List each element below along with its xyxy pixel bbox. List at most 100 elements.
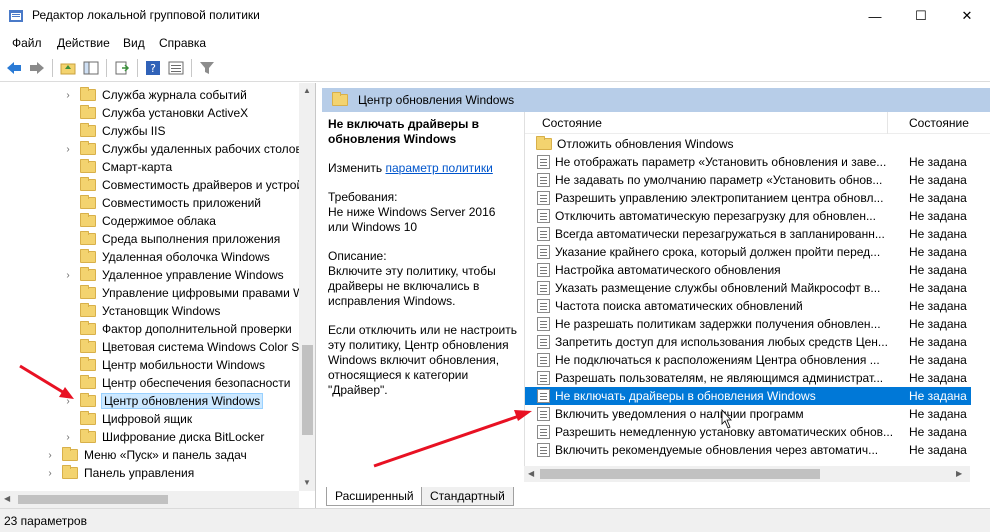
- tree-item[interactable]: Содержимое облака: [62, 212, 216, 230]
- tree-item[interactable]: Служба установки ActiveX: [62, 104, 248, 122]
- policy-icon: [537, 191, 550, 205]
- folder-icon: [332, 92, 348, 106]
- tree-item-label: Цифровой ящик: [102, 412, 193, 426]
- policy-row[interactable]: Не отображать параметр «Установить обнов…: [525, 153, 971, 171]
- policy-row[interactable]: Включить рекомендуемые обновления через …: [525, 441, 971, 459]
- edit-prefix: Изменить: [328, 161, 383, 175]
- policy-row[interactable]: Отложить обновления Windows: [525, 135, 971, 153]
- policy-row[interactable]: Отключить автоматическую перезагрузку дл…: [525, 207, 971, 225]
- policy-state: Не задана: [909, 263, 967, 277]
- policy-name: Всегда автоматически перезагружаться в з…: [555, 227, 885, 241]
- toolbar: ?: [0, 54, 990, 82]
- chevron-right-icon[interactable]: ›: [62, 396, 74, 407]
- chevron-right-icon[interactable]: ›: [62, 432, 74, 443]
- back-arrow-icon: [7, 62, 21, 74]
- tree-item[interactable]: › Удаленное управление Windows: [62, 266, 284, 284]
- forward-button[interactable]: [26, 57, 48, 79]
- minimize-button[interactable]: —: [852, 0, 898, 32]
- list-scroll-left-icon[interactable]: ◀: [528, 469, 534, 478]
- tree-item[interactable]: Среда выполнения приложения: [62, 230, 280, 248]
- tree-item[interactable]: › Центр обновления Windows: [62, 392, 264, 410]
- menu-help[interactable]: Справка: [159, 36, 206, 50]
- tree-item[interactable]: › Служба журнала событий: [62, 86, 247, 104]
- tree-item[interactable]: Центр обеспечения безопасности: [62, 374, 291, 392]
- tab-extended[interactable]: Расширенный: [326, 487, 423, 506]
- policy-name: Разрешить немедленную установку автомати…: [555, 425, 894, 439]
- tree-item[interactable]: Службы IIS: [62, 122, 165, 140]
- maximize-button[interactable]: ☐: [898, 0, 944, 32]
- scroll-up-icon[interactable]: ▲: [303, 86, 311, 95]
- policy-state: Не задана: [909, 173, 967, 187]
- menu-view[interactable]: Вид: [123, 36, 145, 50]
- policy-row[interactable]: Включить уведомления о наличии программ Н…: [525, 405, 971, 423]
- filter-button[interactable]: [196, 57, 218, 79]
- tree-item[interactable]: Смарт-карта: [62, 158, 172, 176]
- folder-icon: [80, 105, 96, 119]
- chevron-right-icon[interactable]: ›: [62, 270, 74, 281]
- tree-item[interactable]: Центр мобильности Windows: [62, 356, 265, 374]
- policy-row[interactable]: Указать размещение службы обновлений Май…: [525, 279, 971, 297]
- menu-file[interactable]: Файл: [12, 36, 42, 50]
- scroll-down-icon[interactable]: ▼: [303, 478, 311, 487]
- policy-row[interactable]: Разрешить управлению электропитанием цен…: [525, 189, 971, 207]
- tree-item[interactable]: Установщик Windows: [62, 302, 220, 320]
- policy-row[interactable]: Запретить доступ для использования любых…: [525, 333, 971, 351]
- up-folder-button[interactable]: [57, 57, 79, 79]
- chevron-right-icon[interactable]: ›: [44, 450, 56, 461]
- policy-row[interactable]: Всегда автоматически перезагружаться в з…: [525, 225, 971, 243]
- close-button[interactable]: ✕: [944, 0, 990, 32]
- column-header-name[interactable]: Состояние: [542, 116, 602, 130]
- policy-icon: [537, 335, 550, 349]
- policy-row[interactable]: Не включать драйверы в обновления Window…: [525, 387, 971, 405]
- export-button[interactable]: [111, 57, 133, 79]
- policy-row[interactable]: Разрешить немедленную установку автомати…: [525, 423, 971, 441]
- policy-row[interactable]: Настройка автоматического обновления Не з…: [525, 261, 971, 279]
- policy-row[interactable]: Не задавать по умолчанию параметр «Устан…: [525, 171, 971, 189]
- tree-item[interactable]: Фактор дополнительной проверки: [62, 320, 292, 338]
- properties-button[interactable]: [165, 57, 187, 79]
- tree-item[interactable]: › Меню «Пуск» и панель задач: [44, 446, 247, 464]
- policy-row[interactable]: Частота поиска автоматических обновлений…: [525, 297, 971, 315]
- tree-item[interactable]: Совместимость приложений: [62, 194, 261, 212]
- tree-item[interactable]: › Шифрование диска BitLocker: [62, 428, 264, 446]
- policy-row[interactable]: Разрешать пользователям, не являющимся а…: [525, 369, 971, 387]
- policy-row[interactable]: Не разрешать политикам задержки получени…: [525, 315, 971, 333]
- chevron-right-icon[interactable]: ›: [62, 144, 74, 155]
- tree-vertical-scrollbar[interactable]: ▲ ▼: [299, 83, 315, 491]
- tree-item[interactable]: Цветовая система Windows Color System: [62, 338, 316, 356]
- tree-item[interactable]: Совместимость драйверов и устройств: [62, 176, 315, 194]
- tree-scroll-thumb[interactable]: [302, 345, 313, 435]
- tree-item-label: Цветовая система Windows Color System: [102, 340, 316, 354]
- chevron-right-icon[interactable]: ›: [44, 468, 56, 479]
- menu-action[interactable]: Действие: [57, 36, 110, 50]
- tree-hscroll-thumb[interactable]: [18, 495, 168, 504]
- list-scroll-right-icon[interactable]: ▶: [956, 469, 962, 478]
- back-button[interactable]: [3, 57, 25, 79]
- scroll-left-icon[interactable]: ◀: [4, 494, 10, 503]
- chevron-right-icon[interactable]: ›: [62, 90, 74, 101]
- edit-policy-link[interactable]: параметр политики: [385, 161, 492, 175]
- tree-item[interactable]: › Панель управления: [44, 464, 194, 482]
- folder-icon: [80, 303, 96, 317]
- tree-horizontal-scrollbar[interactable]: ◀: [0, 491, 299, 508]
- tree-item-label: Удаленная оболочка Windows: [102, 250, 270, 264]
- tree-item[interactable]: › Службы удаленных рабочих столов: [62, 140, 302, 158]
- policy-row[interactable]: Не подключаться к расположениям Центра о…: [525, 351, 971, 369]
- tree-item[interactable]: Удаленная оболочка Windows: [62, 248, 270, 266]
- list-horizontal-scrollbar[interactable]: ◀ ▶: [524, 466, 970, 482]
- list-hscroll-thumb[interactable]: [540, 469, 820, 479]
- help-button[interactable]: ?: [142, 57, 164, 79]
- folder-icon: [80, 429, 96, 443]
- policy-row[interactable]: Указание крайнего срока, который должен …: [525, 243, 971, 261]
- tab-standard[interactable]: Стандартный: [421, 487, 514, 506]
- tree-item-label: Удаленное управление Windows: [102, 268, 284, 282]
- group-policy-app-icon: [9, 10, 23, 22]
- policy-icon: [537, 317, 550, 331]
- show-tree-button[interactable]: [80, 57, 102, 79]
- folder-icon: [80, 321, 96, 335]
- column-header-state[interactable]: Состояние: [909, 116, 969, 130]
- folder-icon: [80, 231, 96, 245]
- policy-description-panel: Не включать драйверы в обновления Window…: [322, 112, 524, 482]
- tree-item[interactable]: Цифровой ящик: [62, 410, 192, 428]
- tree-item[interactable]: Управление цифровыми правами Windows: [62, 284, 315, 302]
